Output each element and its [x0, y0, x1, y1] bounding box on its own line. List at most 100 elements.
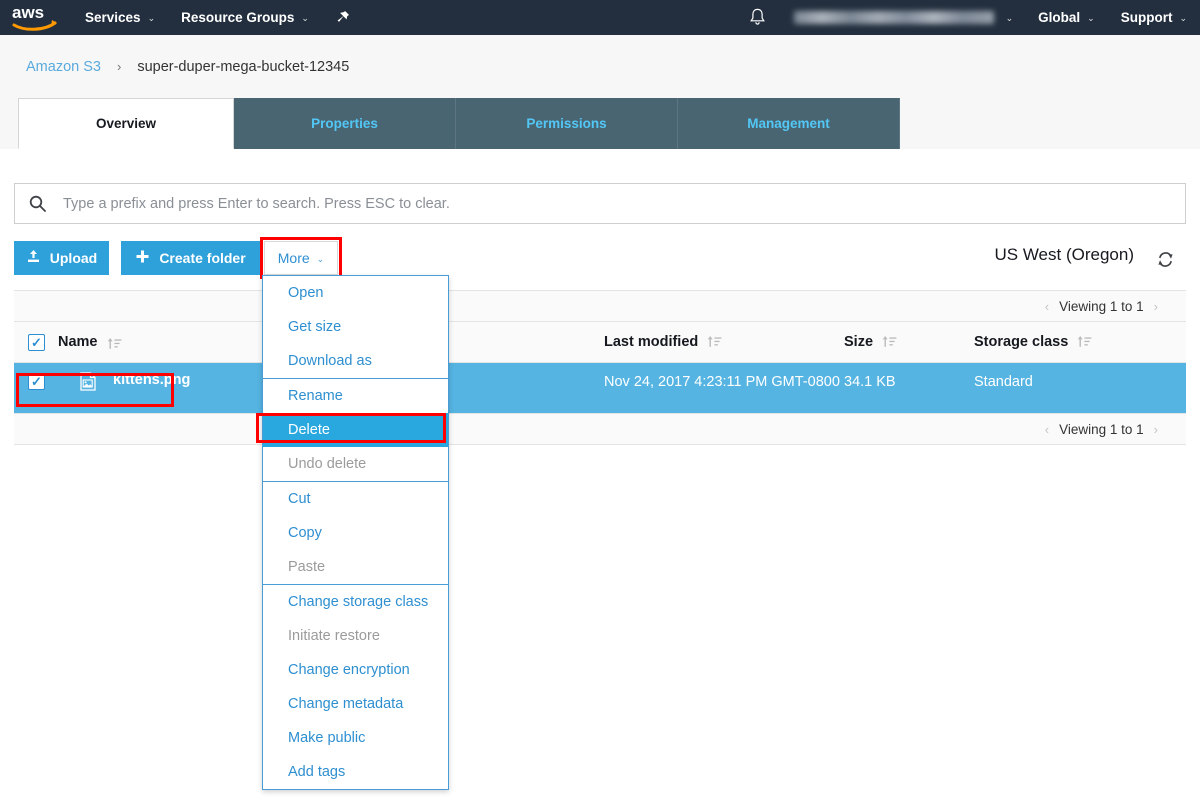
sort-ascending-icon: [107, 337, 122, 350]
check-icon: ✓: [31, 334, 42, 350]
tab-permissions[interactable]: Permissions: [456, 98, 678, 149]
more-button-label: More: [277, 250, 310, 266]
bucket-tabs: Overview Properties Permissions Manageme…: [0, 98, 1200, 149]
menu-item-get-size[interactable]: Get size: [263, 310, 448, 344]
create-folder-button[interactable]: Create folder: [121, 241, 260, 275]
refresh-icon[interactable]: [1152, 246, 1178, 272]
breadcrumb-amazon-s3[interactable]: Amazon S3: [26, 59, 101, 75]
menu-item-add-tags[interactable]: Add tags: [263, 755, 448, 789]
upload-icon: [26, 249, 41, 267]
row-last-modified-cell: Nov 24, 2017 4:23:11 PM GMT-0800: [604, 372, 844, 404]
nav-region-global[interactable]: Global ⌄: [1025, 0, 1108, 35]
menu-item-make-public[interactable]: Make public: [263, 721, 448, 755]
chevron-down-icon: ⌄: [147, 13, 156, 23]
tabs-underline: [0, 149, 1200, 150]
menu-item-undo-delete: Undo delete: [263, 447, 448, 481]
select-all-checkbox[interactable]: ✓: [28, 333, 45, 351]
menu-item-undo-delete-label: Undo delete: [288, 456, 367, 472]
row-select-cell: ✓: [14, 372, 58, 404]
menu-item-paste-label: Paste: [288, 559, 326, 575]
account-name-redacted: [793, 11, 994, 24]
menu-item-add-tags-label: Add tags: [288, 764, 346, 780]
image-file-icon: [80, 372, 96, 391]
breadcrumb: Amazon S3 › super-duper-mega-bucket-1234…: [0, 35, 1200, 98]
sort-ascending-icon: [1077, 335, 1092, 348]
chevron-down-icon: ⌄: [301, 13, 309, 23]
tab-management-label: Management: [747, 116, 830, 131]
row-checkbox[interactable]: ✓: [28, 373, 45, 390]
table-row[interactable]: ✓ kittens.png Nov 24, 2017 4:23:11 PM GM…: [14, 363, 1186, 413]
aws-top-navbar: aws Services ⌄ Resource Groups ⌄ ⌄ Globa…: [0, 0, 1200, 35]
menu-item-open-label: Open: [288, 285, 324, 301]
row-last-modified-value: Nov 24, 2017 4:23:11 PM GMT-0800: [604, 374, 840, 390]
menu-item-rename-label: Rename: [288, 388, 343, 404]
nav-resource-groups[interactable]: Resource Groups ⌄: [168, 0, 322, 35]
row-size-value: 34.1 KB: [844, 374, 896, 390]
menu-item-change-storage-class[interactable]: Change storage class: [263, 585, 448, 619]
menu-item-paste: Paste: [263, 550, 448, 584]
pin-icon[interactable]: [322, 0, 364, 35]
more-button[interactable]: More ⌄: [264, 241, 338, 275]
breadcrumb-bucket-name: super-duper-mega-bucket-12345: [137, 58, 350, 75]
pager-prev-icon[interactable]: ‹: [1035, 422, 1059, 437]
table-header-row: ✓ Name Last modified Size Storage class: [14, 322, 1186, 363]
tab-overview[interactable]: Overview: [18, 98, 234, 149]
menu-item-make-public-label: Make public: [288, 730, 366, 746]
chevron-down-icon: ⌄: [1087, 13, 1095, 23]
more-dropdown-menu: Open Get size Download as Rename Delete …: [262, 275, 449, 790]
tab-overview-label: Overview: [95, 116, 157, 131]
row-file-name[interactable]: kittens.png: [113, 372, 190, 388]
menu-item-change-encryption[interactable]: Change encryption: [263, 653, 448, 687]
nav-support-label: Support: [1120, 10, 1173, 25]
pager-next-icon[interactable]: ›: [1144, 299, 1168, 314]
tab-properties[interactable]: Properties: [234, 98, 456, 149]
tab-management[interactable]: Management: [678, 98, 900, 149]
sort-ascending-icon: [882, 335, 897, 348]
nav-services-label: Services: [85, 10, 141, 25]
create-folder-button-label: Create folder: [159, 250, 246, 266]
menu-item-rename[interactable]: Rename: [263, 379, 448, 413]
pager-top-label: Viewing 1 to 1: [1059, 298, 1144, 314]
pager-bottom-label: Viewing 1 to 1: [1059, 421, 1144, 437]
menu-item-open[interactable]: Open: [263, 276, 448, 310]
row-storage-class-value: Standard: [974, 374, 1033, 390]
plus-icon: [135, 249, 150, 267]
pager-top: ‹ Viewing 1 to 1 ›: [14, 290, 1186, 322]
menu-item-delete[interactable]: Delete: [263, 413, 448, 447]
header-storage-class-cell[interactable]: Storage class: [974, 334, 1174, 350]
pager-next-icon[interactable]: ›: [1144, 422, 1168, 437]
bell-icon[interactable]: [733, 0, 782, 35]
aws-logo[interactable]: aws: [0, 4, 72, 32]
menu-item-change-metadata-label: Change metadata: [288, 696, 404, 712]
breadcrumb-separator: ›: [116, 59, 122, 74]
pager-prev-icon[interactable]: ‹: [1035, 299, 1059, 314]
chevron-down-icon: ⌄: [1179, 13, 1187, 23]
pager-bottom: ‹ Viewing 1 to 1 ›: [14, 413, 1186, 445]
objects-table: ‹ Viewing 1 to 1 › ✓ Name Last modified: [14, 290, 1186, 445]
menu-item-copy[interactable]: Copy: [263, 516, 448, 550]
account-menu[interactable]: ⌄: [782, 0, 1026, 35]
search-input[interactable]: [51, 194, 1185, 213]
nav-resource-groups-label: Resource Groups: [181, 10, 295, 25]
tab-properties-label: Properties: [311, 116, 378, 131]
upload-button-label: Upload: [49, 250, 98, 266]
svg-text:aws: aws: [12, 4, 44, 22]
header-size-cell[interactable]: Size: [844, 334, 974, 350]
menu-item-cut-label: Cut: [288, 491, 311, 507]
sort-ascending-icon: [707, 335, 722, 348]
nav-services[interactable]: Services ⌄: [72, 0, 168, 35]
header-storage-class-label: Storage class: [974, 334, 1069, 350]
menu-item-copy-label: Copy: [288, 525, 322, 541]
prefix-search-bar[interactable]: [14, 183, 1186, 224]
header-name-label: Name: [58, 334, 98, 350]
menu-item-initiate-restore: Initiate restore: [263, 619, 448, 653]
menu-item-cut[interactable]: Cut: [263, 482, 448, 516]
menu-item-delete-label: Delete: [288, 422, 330, 438]
region-label: US West (Oregon): [994, 245, 1134, 264]
nav-support[interactable]: Support ⌄: [1108, 0, 1200, 35]
menu-item-download-as[interactable]: Download as: [263, 344, 448, 378]
upload-button[interactable]: Upload: [14, 241, 109, 275]
menu-item-get-size-label: Get size: [288, 319, 342, 335]
header-last-modified-cell[interactable]: Last modified: [604, 334, 844, 350]
menu-item-change-metadata[interactable]: Change metadata: [263, 687, 448, 721]
